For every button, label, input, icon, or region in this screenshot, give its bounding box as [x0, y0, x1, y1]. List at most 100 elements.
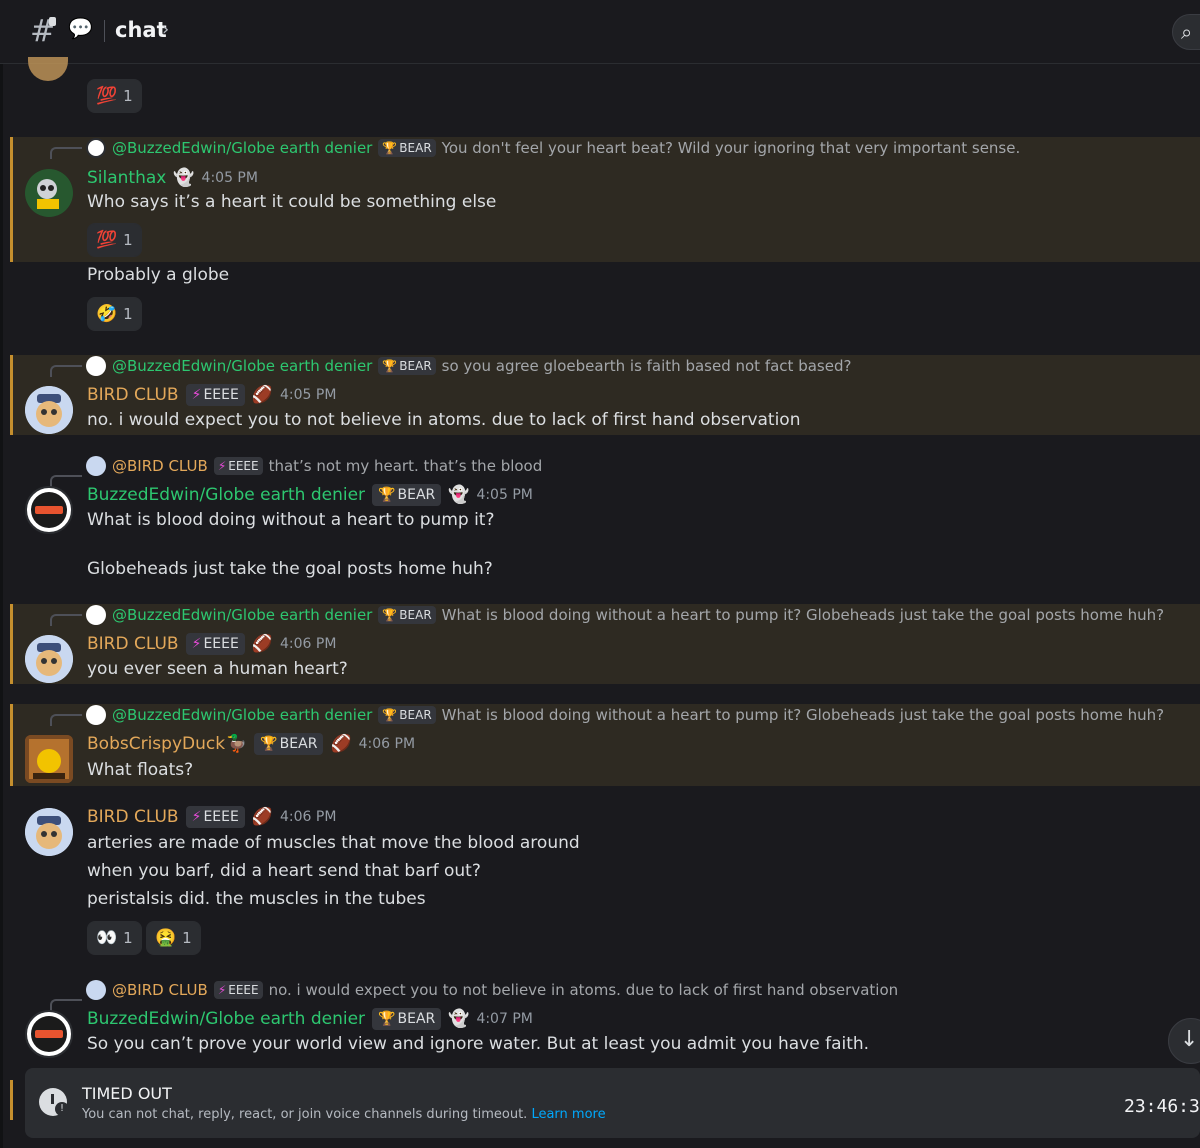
reply-text: that’s not my heart. that’s the blood [268, 457, 543, 475]
header-divider [104, 20, 105, 42]
search-icon: ⌕ [1181, 20, 1193, 44]
ghost-icon: 👻 [448, 485, 470, 505]
username[interactable]: BuzzedEdwin/Globe earth denier [87, 485, 365, 505]
timestamp: 4:05 PM [201, 170, 258, 186]
reply-username[interactable]: @BuzzedEdwin/Globe earth denier [112, 139, 372, 157]
message-text: What floats? [87, 760, 194, 780]
reply-username[interactable]: @BuzzedEdwin/Globe earth denier [112, 357, 372, 375]
reply-preview[interactable]: @BuzzedEdwin/Globe earth denier 🏆 BEAR so… [86, 355, 851, 377]
football-icon: 🏈 [330, 734, 352, 754]
trophy-icon: 🏆 [378, 1011, 396, 1027]
avatar [86, 456, 106, 476]
message-text: What is blood doing without a heart to p… [87, 510, 495, 530]
role-tag: 🏆 BEAR [378, 139, 436, 157]
avatar [86, 356, 106, 376]
reaction-hundred[interactable]: 💯 1 [87, 223, 142, 257]
reply-spine [50, 999, 82, 1011]
message-text: Who says it’s a heart it could be someth… [87, 192, 497, 212]
role-tag-label: EEEE [228, 459, 259, 473]
message-text: when you barf, did a heart send that bar… [87, 861, 481, 881]
role-tag: 🏆 BEAR [372, 484, 442, 506]
timestamp: 4:06 PM [358, 736, 416, 752]
avatar[interactable] [25, 169, 73, 217]
avatar[interactable] [28, 57, 68, 81]
rofl-emoji-icon: 🤣 [96, 304, 118, 324]
message-text: peristalsis did. the muscles in the tube… [87, 889, 426, 909]
message-text: no. i would expect you to not believe in… [87, 410, 801, 430]
reply-text: You don't feel your heart beat? Wild you… [441, 139, 1021, 157]
reply-username[interactable]: @BuzzedEdwin/Globe earth denier [112, 706, 372, 724]
lightning-icon: ⚡ [217, 459, 227, 473]
timeout-title: TIMED OUT [82, 1084, 172, 1103]
reaction-eyes[interactable]: 👀 1 [87, 921, 142, 955]
reply-preview[interactable]: @BuzzedEdwin/Globe earth denier 🏆 BEAR Wh… [86, 704, 1164, 726]
mention-highlight [10, 1080, 13, 1120]
lightning-icon: ⚡ [191, 809, 202, 825]
role-tag-label: BEAR [399, 141, 432, 155]
role-tag-label: EEEE [228, 983, 259, 997]
reaction-count: 1 [123, 305, 133, 323]
role-tag: ⚡ EEEE [185, 633, 245, 655]
learn-more-link[interactable]: Learn more [531, 1107, 605, 1122]
username[interactable]: BIRD CLUB [87, 385, 179, 405]
reply-preview[interactable]: @BuzzedEdwin/Globe earth denier 🏆 BEAR Yo… [86, 137, 1020, 159]
username[interactable]: Silanthax [87, 168, 166, 188]
reply-text: so you agree gloebearth is faith based n… [441, 357, 852, 375]
reply-text: What is blood doing without a heart to p… [441, 606, 1165, 624]
message-header: BIRD CLUB ⚡ EEEE 🏈 4:05 PM [87, 383, 336, 407]
message-text: So you can’t prove your world view and i… [87, 1034, 870, 1054]
role-tag: ⚡ EEEE [185, 806, 245, 828]
username[interactable]: BIRD CLUB [87, 807, 179, 827]
trophy-icon: 🏆 [382, 608, 398, 622]
avatar[interactable] [25, 1010, 73, 1058]
role-tag: 🏆 BEAR [378, 606, 436, 624]
avatar[interactable] [25, 735, 73, 783]
football-icon: 🏈 [251, 634, 273, 654]
avatar-art [35, 506, 63, 514]
role-tag-label: BEAR [399, 608, 432, 622]
avatar [86, 705, 106, 725]
role-tag-label: BEAR [397, 487, 436, 503]
reply-username[interactable]: @BuzzedEdwin/Globe earth denier [112, 606, 372, 624]
username[interactable]: BuzzedEdwin/Globe earth denier [87, 1009, 365, 1029]
timeout-banner: ! TIMED OUT You can not chat, reply, rea… [25, 1068, 1200, 1138]
username[interactable]: BobsCrispyDuck [87, 734, 225, 754]
trophy-icon: 🏆 [382, 141, 398, 155]
channel-title[interactable]: chat [115, 16, 167, 44]
reaction-hundred[interactable]: 💯 1 [87, 79, 142, 113]
reply-preview[interactable]: @BIRD CLUB ⚡ EEEE that’s not my heart. th… [86, 455, 542, 477]
message-header: BIRD CLUB ⚡ EEEE 🏈 4:06 PM [87, 632, 336, 656]
username[interactable]: BIRD CLUB [87, 634, 179, 654]
timestamp: 4:05 PM [280, 387, 337, 403]
reaction-count: 1 [123, 929, 133, 947]
reaction-vomit[interactable]: 🤮 1 [146, 921, 201, 955]
hundred-emoji-icon: 💯 [96, 86, 118, 106]
chevron-right-icon[interactable]: › [162, 18, 169, 42]
reaction-count: 1 [123, 87, 133, 105]
avatar[interactable] [25, 386, 73, 434]
role-tag: 🏆 BEAR [254, 733, 324, 755]
search-button[interactable]: ⌕ [1172, 14, 1200, 50]
avatar-art [35, 1030, 63, 1038]
role-tag-label: EEEE [203, 387, 239, 403]
reaction-rofl[interactable]: 🤣 1 [87, 297, 142, 331]
trophy-icon: 🏆 [382, 359, 398, 373]
reply-username[interactable]: @BIRD CLUB [112, 981, 208, 999]
reply-username[interactable]: @BIRD CLUB [112, 457, 208, 475]
message-text: you ever seen a human heart? [87, 659, 348, 679]
message-text: Globeheads just take the goal posts home… [87, 559, 493, 579]
reply-spine [50, 614, 82, 626]
avatar[interactable] [25, 808, 73, 856]
avatar[interactable] [25, 635, 73, 683]
role-tag-label: EEEE [203, 809, 239, 825]
timeout-subtitle: You can not chat, reply, react, or join … [82, 1107, 606, 1122]
role-tag: 🏆 BEAR [378, 706, 436, 724]
reply-preview[interactable]: @BIRD CLUB ⚡ EEEE no. i would expect you … [86, 979, 898, 1001]
message-list[interactable]: 💯 1 @BuzzedEdwin/Globe earth denier 🏆 BEA… [0, 57, 1200, 1065]
message-header: BuzzedEdwin/Globe earth denier 🏆 BEAR 👻 4… [87, 1007, 533, 1031]
role-tag: ⚡ EEEE [185, 384, 245, 406]
reply-text: no. i would expect you to not believe in… [268, 981, 899, 999]
avatar[interactable] [25, 486, 73, 534]
message-text: arteries are made of muscles that move t… [87, 833, 580, 853]
reply-preview[interactable]: @BuzzedEdwin/Globe earth denier 🏆 BEAR Wh… [86, 604, 1164, 626]
